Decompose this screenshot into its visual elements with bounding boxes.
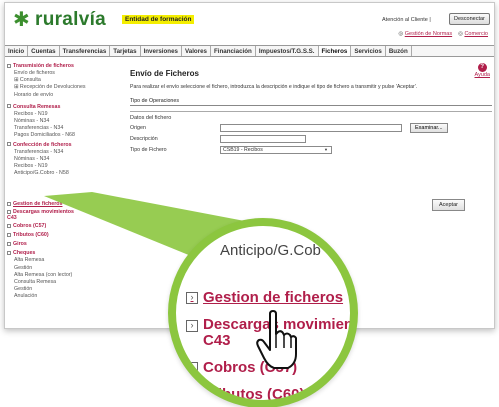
sidebar-section-descargas[interactable]: Descargas movimientos C43 xyxy=(5,209,83,221)
expand-icon xyxy=(7,104,11,109)
descripcion-label: Descripción xyxy=(130,135,158,142)
tab-ficheros[interactable]: Ficheros xyxy=(318,46,352,56)
atencion-cliente-link[interactable]: Atención al Cliente | xyxy=(382,17,431,23)
expand-icon xyxy=(7,63,11,68)
sidebar-section-transmision[interactable]: Transmisión de ficheros xyxy=(5,62,123,70)
descripcion-input[interactable] xyxy=(220,134,306,143)
aceptar-button[interactable]: Aceptar xyxy=(432,199,465,211)
origen-input[interactable] xyxy=(220,123,402,132)
header: ✱ ruralvía Entidad de formación Atención… xyxy=(5,3,494,41)
sidebar-item-alta-remesa-lector[interactable]: Alta Remesa (con lector) xyxy=(5,272,123,279)
tab-inicio[interactable]: Inicio xyxy=(5,46,29,56)
magnifier-lens: Anticipo/G.Cob › Gestion de ficheros › D… xyxy=(168,218,358,407)
expand-icon: › xyxy=(186,292,198,304)
sidebar-item-recibos-n19[interactable]: Recibos - N19 xyxy=(5,111,123,118)
tab-cuentas[interactable]: Cuentas xyxy=(28,46,60,56)
tab-valores[interactable]: Valores xyxy=(182,46,211,56)
sidebar-item-anulacion[interactable]: Anulación xyxy=(5,293,123,300)
chevron-down-icon: ▼ xyxy=(324,147,328,152)
expand-icon xyxy=(7,251,11,256)
tipo-row: Tipo de Fichero CSB19 - Recibos ▼ xyxy=(130,145,492,154)
sidebar-item-conf-transferencias[interactable]: Transferencias - N34 xyxy=(5,149,123,156)
help-icon: ? xyxy=(477,63,487,72)
page-title: Envío de Ficheros xyxy=(130,69,199,78)
sidebar-item-consulta[interactable]: ⊞ Consulta xyxy=(5,77,123,84)
disconnect-button[interactable]: Desconectar xyxy=(449,13,490,25)
expand-icon xyxy=(7,233,11,238)
sidebar-section-cheques[interactable]: Cheques xyxy=(5,249,123,257)
gestion-normas-link[interactable]: ◎ Gestión de Normas xyxy=(398,31,452,37)
sidebar-item-gestion-2[interactable]: Gestión xyxy=(5,286,123,293)
expand-icon xyxy=(7,210,11,215)
sidebar-section-consulta-remesas[interactable]: Consulta Remesas xyxy=(5,103,123,111)
sidebar-item-transferencias-n34[interactable]: Transferencias - N34 xyxy=(5,125,123,132)
expand-icon xyxy=(7,142,11,147)
sidebar-section-confeccion[interactable]: Confección de ficheros xyxy=(5,141,123,149)
descripcion-row: Descripción xyxy=(130,134,492,143)
main-nav-tabs: Inicio Cuentas Transferencias Tarjetas I… xyxy=(5,45,494,57)
sidebar-item-horario[interactable]: Horario de envío xyxy=(5,92,123,99)
intro-text: Para realizar el envío seleccione el fic… xyxy=(130,84,418,90)
file-data-panel: Datos del fichero Origen Examinar... Des… xyxy=(130,111,492,154)
expand-icon: › xyxy=(186,320,198,332)
sidebar-item-conf-anticipo[interactable]: Anticipo/G.Cobro - N58 xyxy=(5,170,123,177)
sidebar-item-envio[interactable]: Envío de ficheros xyxy=(5,70,123,77)
sidebar-section-gestion[interactable]: Gestion de ficheros xyxy=(5,200,123,208)
tipo-label: Tipo de Fichero xyxy=(130,146,167,153)
sidebar-item-conf-nominas[interactable]: Nóminas - N34 xyxy=(5,156,123,163)
origen-row: Origen Examinar... xyxy=(130,122,492,133)
top-links: ◎ Gestión de Normas ◎ Comercio xyxy=(398,31,488,37)
sidebar: Transmisión de ficheros Envío de fichero… xyxy=(5,61,123,301)
sidebar-item-recepcion[interactable]: ⊞ Recepción de Devoluciones xyxy=(5,84,123,91)
examinar-button[interactable]: Examinar... xyxy=(410,122,448,133)
tipo-fichero-select[interactable]: CSB19 - Recibos ▼ xyxy=(220,145,332,154)
sidebar-section-tributos[interactable]: Tributos (C60) xyxy=(5,231,123,239)
tab-financiacion[interactable]: Financiación xyxy=(211,46,256,56)
entity-badge: Entidad de formación xyxy=(122,15,195,24)
ops-section-label: Tipo de Operaciones xyxy=(130,98,492,106)
sidebar-item-gestion[interactable]: Gestión xyxy=(5,265,123,272)
logo-text: ruralvía xyxy=(35,9,107,30)
sidebar-item-conf-recibos[interactable]: Recibos - N19 xyxy=(5,163,123,170)
tab-tarjetas[interactable]: Tarjetas xyxy=(110,46,141,56)
tab-buzon[interactable]: Buzón xyxy=(386,46,412,56)
comercio-link[interactable]: ◎ Comercio xyxy=(458,31,488,37)
expand-icon xyxy=(7,202,11,207)
sidebar-item-nominas-n34[interactable]: Nóminas - N34 xyxy=(5,118,123,125)
help-link[interactable]: ? Ayuda xyxy=(475,63,490,78)
expand-icon xyxy=(7,242,11,247)
sidebar-item-alta-remesa[interactable]: Alta Remesa xyxy=(5,257,123,264)
panel-title: Datos del fichero xyxy=(130,115,172,121)
sidebar-item-pagos-n68[interactable]: Pagos Domiciliados - N68 xyxy=(5,132,123,139)
zoom-tributos[interactable]: ributos (C60) xyxy=(212,386,305,400)
tab-servicios[interactable]: Servicios xyxy=(351,46,386,56)
hand-pointer-icon xyxy=(256,310,297,369)
logo[interactable]: ✱ ruralvía xyxy=(13,9,106,31)
tipo-fichero-value: CSB19 - Recibos xyxy=(223,146,263,153)
expand-icon: › xyxy=(186,362,198,374)
tab-inversiones[interactable]: Inversiones xyxy=(141,46,182,56)
zoom-gestion-ficheros[interactable]: › Gestion de ficheros xyxy=(186,289,343,306)
sidebar-item-consulta-remesa[interactable]: Consulta Remesa xyxy=(5,279,123,286)
tab-transferencias[interactable]: Transferencias xyxy=(60,46,111,56)
star-icon: ✱ xyxy=(13,9,30,31)
sidebar-section-giros[interactable]: Giros xyxy=(5,240,123,248)
sidebar-section-cobros[interactable]: Cobros (C57) xyxy=(5,222,123,230)
expand-icon xyxy=(7,224,11,229)
zoom-anticipo-text: Anticipo/G.Cob xyxy=(220,242,321,259)
tab-impuestos[interactable]: Impuestos/T.G.S.S. xyxy=(256,46,319,56)
main-content: ? Ayuda Envío de Ficheros Para realizar … xyxy=(130,61,492,154)
origen-label: Origen xyxy=(130,124,146,131)
